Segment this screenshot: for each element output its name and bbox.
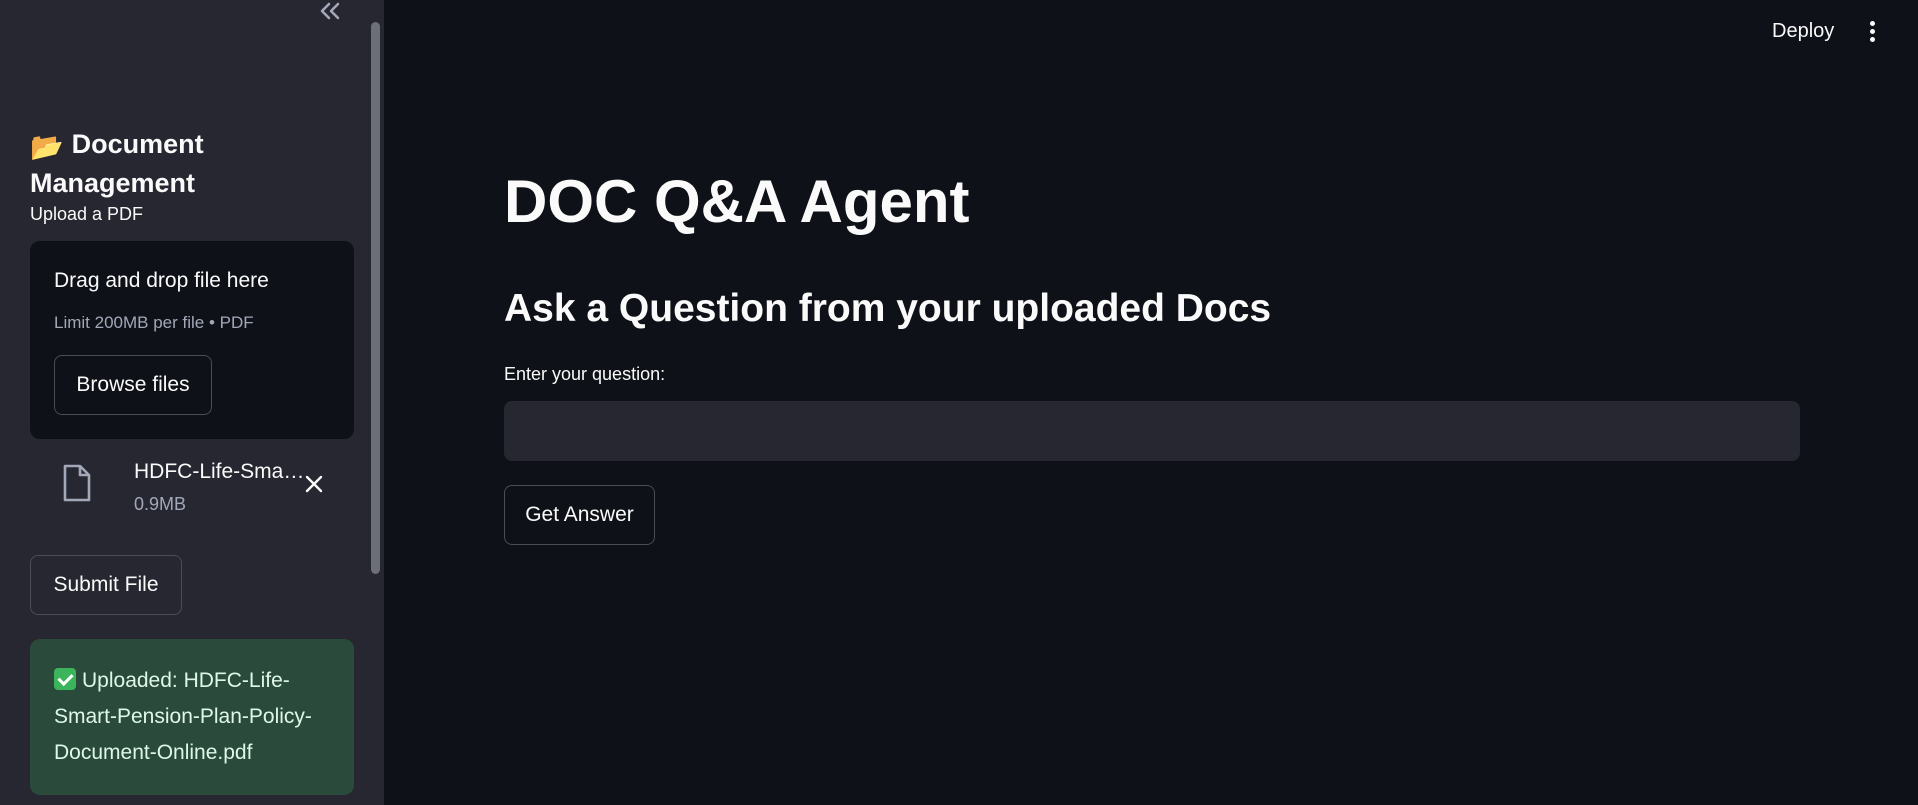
upload-label: Upload a PDF: [30, 204, 144, 224]
dropzone-title: Drag and drop file here: [54, 269, 269, 292]
check-icon: [54, 668, 76, 690]
browse-files-button[interactable]: Browse files: [54, 355, 212, 415]
get-answer-button[interactable]: Get Answer: [504, 485, 655, 545]
file-icon: [63, 464, 91, 502]
main-menu-button[interactable]: [1862, 18, 1882, 48]
upload-success-text: Uploaded: HDFC-Life-Smart-Pension-Plan-P…: [54, 669, 312, 764]
uploaded-file-item: HDFC-Life-Smart-Pension-Plan-Policy-Docu…: [30, 450, 354, 530]
more-vertical-icon: [1862, 21, 1882, 42]
page-title: DOC Q&A Agent: [504, 168, 970, 235]
uploaded-file-size: 0.9MB: [134, 494, 187, 514]
page-subtitle: Ask a Question from your uploaded Docs: [504, 287, 1272, 330]
question-input[interactable]: [504, 401, 1800, 461]
folder-icon: 📂: [30, 132, 64, 163]
file-dropzone[interactable]: Drag and drop file here Limit 200MB per …: [30, 241, 354, 439]
deploy-button[interactable]: Deploy: [1772, 20, 1834, 43]
uploaded-file-name: HDFC-Life-Smart-Pension-Plan-Policy-Docu…: [134, 460, 306, 483]
upload-success-alert: Uploaded: HDFC-Life-Smart-Pension-Plan-P…: [30, 639, 354, 795]
collapse-sidebar-button[interactable]: [316, 0, 344, 22]
sidebar: 📂 Document Management Upload a PDF Drag a…: [0, 0, 384, 805]
question-label: Enter your question:: [504, 364, 666, 384]
sidebar-title: 📂 Document Management: [30, 126, 340, 201]
double-chevron-left-icon: [320, 2, 340, 20]
close-icon[interactable]: [304, 474, 324, 494]
dropzone-limit: Limit 200MB per file • PDF: [54, 313, 254, 332]
sidebar-scrollbar[interactable]: [371, 22, 380, 574]
submit-file-button[interactable]: Submit File: [30, 555, 182, 615]
